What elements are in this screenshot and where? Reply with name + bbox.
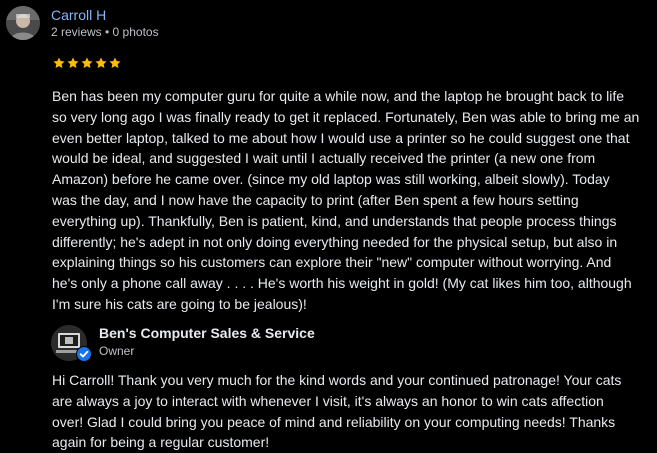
reviewer-photo-icon (6, 6, 40, 40)
owner-reply-text: Hi Carroll! Thank you very much for the … (52, 372, 622, 451)
verified-badge-icon (76, 346, 92, 362)
star-icon (67, 57, 79, 69)
star-icon (95, 57, 107, 69)
owner-name: Ben's Computer Sales & Service (99, 325, 315, 341)
review-text: Ben has been my computer guru for quite … (52, 88, 640, 312)
reviewer-name-link[interactable]: Carroll H (51, 7, 106, 23)
owner-role: Owner (99, 344, 135, 358)
star-icon (109, 57, 121, 69)
reviewer-meta: 2 reviews • 0 photos (51, 25, 159, 39)
star-rating (52, 56, 122, 74)
star-icon (53, 57, 65, 69)
reviewer-avatar[interactable] (6, 6, 40, 40)
star-icon (81, 57, 93, 69)
owner-avatar[interactable] (51, 325, 92, 362)
